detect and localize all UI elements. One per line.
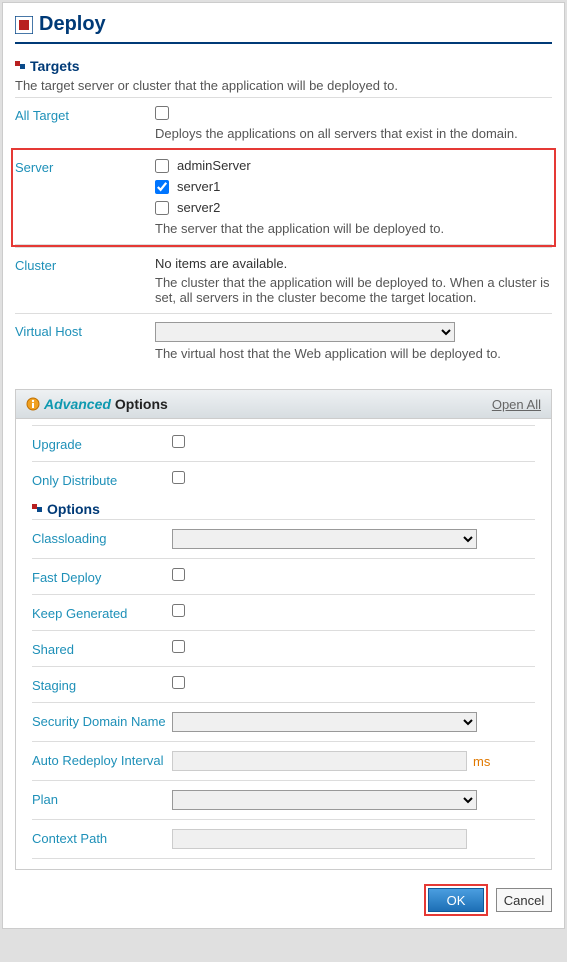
all-target-help: Deploys the applications on all servers …	[155, 126, 552, 141]
page-title: Deploy	[39, 13, 106, 36]
advanced-panel: Advanced Options Open All Upgrade Only D…	[15, 389, 552, 870]
virtual-host-row: Virtual Host The virtual host that the W…	[15, 313, 552, 369]
cluster-value: No items are available. The cluster that…	[155, 256, 552, 305]
advanced-title-italic: Advanced	[44, 396, 111, 412]
options-heading-text: Options	[47, 501, 100, 517]
upgrade-row: Upgrade	[32, 425, 535, 461]
server-highlight: Server adminServer server1 server2 The s…	[11, 148, 556, 247]
server-help: The server that the application will be …	[155, 221, 552, 236]
fast-deploy-row: Fast Deploy	[32, 558, 535, 594]
server-value: adminServer server1 server2 The server t…	[155, 158, 552, 236]
only-distribute-row: Only Distribute	[32, 461, 535, 497]
keep-generated-label: Keep Generated	[32, 604, 172, 621]
ok-button[interactable]: OK	[428, 888, 484, 912]
fast-deploy-label: Fast Deploy	[32, 568, 172, 585]
server-checkbox-server1[interactable]	[155, 180, 169, 194]
page-title-row: Deploy	[15, 13, 552, 44]
keep-generated-row: Keep Generated	[32, 594, 535, 630]
advanced-body: Upgrade Only Distribute Options Classloa…	[16, 419, 551, 869]
virtual-host-label: Virtual Host	[15, 322, 155, 361]
cluster-empty: No items are available.	[155, 256, 552, 271]
context-path-label: Context Path	[32, 829, 172, 849]
all-target-row: All Target Deploys the applications on a…	[15, 97, 552, 149]
staging-label: Staging	[32, 676, 172, 693]
all-target-checkbox[interactable]	[155, 106, 169, 120]
auto-redeploy-input[interactable]	[172, 751, 467, 771]
server-item-label: server1	[177, 179, 220, 194]
classloading-row: Classloading	[32, 519, 535, 558]
cluster-help: The cluster that the application will be…	[155, 275, 552, 305]
all-target-label: All Target	[15, 106, 155, 141]
advanced-icon	[26, 397, 40, 411]
advanced-title-rest: Options	[115, 396, 168, 412]
server-item-0: adminServer	[155, 158, 552, 173]
server-row: Server adminServer server1 server2 The s…	[15, 150, 552, 245]
deploy-icon	[15, 16, 33, 34]
virtual-host-value: The virtual host that the Web applicatio…	[155, 322, 552, 361]
server-label: Server	[15, 158, 155, 236]
cluster-row: Cluster No items are available. The clus…	[15, 247, 552, 313]
targets-heading: Targets	[15, 58, 552, 74]
only-distribute-label: Only Distribute	[32, 471, 172, 488]
server-item-label: adminServer	[177, 158, 251, 173]
targets-heading-text: Targets	[30, 58, 80, 74]
context-path-input[interactable]	[172, 829, 467, 849]
server-item-2: server2	[155, 200, 552, 215]
targets-icon	[15, 61, 26, 72]
classloading-label: Classloading	[32, 529, 172, 549]
targets-description: The target server or cluster that the ap…	[15, 78, 552, 93]
shared-checkbox[interactable]	[172, 640, 185, 653]
security-domain-row: Security Domain Name	[32, 702, 535, 741]
staging-checkbox[interactable]	[172, 676, 185, 689]
options-heading: Options	[32, 501, 535, 517]
keep-generated-checkbox[interactable]	[172, 604, 185, 617]
context-path-row: Context Path	[32, 819, 535, 859]
options-icon	[32, 504, 43, 515]
plan-label: Plan	[32, 790, 172, 810]
ok-highlight: OK	[424, 884, 488, 916]
advanced-header: Advanced Options Open All	[16, 390, 551, 419]
staging-row: Staging	[32, 666, 535, 702]
security-domain-select[interactable]	[172, 712, 477, 732]
only-distribute-checkbox[interactable]	[172, 471, 185, 484]
cluster-label: Cluster	[15, 256, 155, 305]
upgrade-label: Upgrade	[32, 435, 172, 452]
shared-row: Shared	[32, 630, 535, 666]
security-domain-label: Security Domain Name	[32, 712, 172, 732]
fast-deploy-checkbox[interactable]	[172, 568, 185, 581]
all-target-value: Deploys the applications on all servers …	[155, 106, 552, 141]
virtual-host-help: The virtual host that the Web applicatio…	[155, 346, 552, 361]
cancel-button[interactable]: Cancel	[496, 888, 552, 912]
virtual-host-select[interactable]	[155, 322, 455, 342]
deploy-window: Deploy Targets The target server or clus…	[2, 2, 565, 929]
auto-redeploy-label: Auto Redeploy Interval	[32, 751, 172, 771]
plan-row: Plan	[32, 780, 535, 819]
server-item-1: server1	[155, 179, 552, 194]
server-checkbox-server2[interactable]	[155, 201, 169, 215]
auto-redeploy-row: Auto Redeploy Interval ms	[32, 741, 535, 780]
server-item-label: server2	[177, 200, 220, 215]
advanced-header-left: Advanced Options	[26, 396, 168, 412]
upgrade-checkbox[interactable]	[172, 435, 185, 448]
auto-redeploy-unit: ms	[473, 754, 490, 769]
open-all-link[interactable]: Open All	[492, 397, 541, 412]
shared-label: Shared	[32, 640, 172, 657]
button-row: OK Cancel	[15, 884, 552, 916]
plan-select[interactable]	[172, 790, 477, 810]
server-checkbox-adminserver[interactable]	[155, 159, 169, 173]
classloading-select[interactable]	[172, 529, 477, 549]
